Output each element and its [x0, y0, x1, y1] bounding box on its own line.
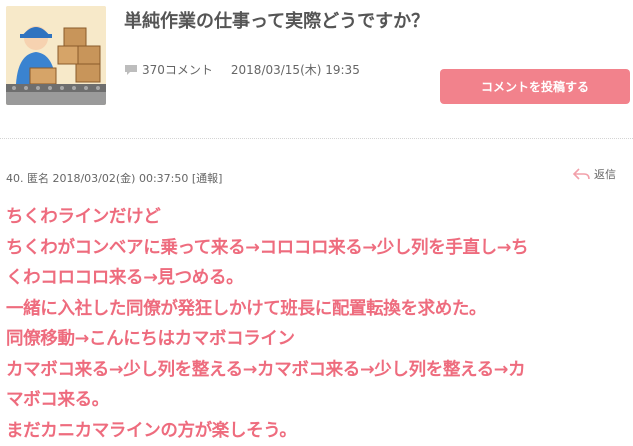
factory-worker-icon [6, 6, 106, 105]
reply-label: 返信 [594, 166, 616, 182]
comment-line: ちくわラインだけど [6, 202, 631, 233]
thread-title[interactable]: 単純作業の仕事って実際どうですか？ [124, 7, 624, 33]
comment-line: 同僚移動→こんにちはカマボコライン [6, 324, 631, 355]
thread-thumbnail [6, 6, 106, 105]
comment-line: まだカニカマラインの方が楽しそう。 [6, 416, 631, 446]
comment-body: ちくわラインだけど ちくわがコンベアに乗って来る→コロコロ来る→少し列を手直し→… [6, 202, 631, 446]
reply-arrow-icon [572, 168, 590, 180]
reply-button[interactable]: 返信 [572, 166, 616, 182]
comment-header: 40. 匿名 2018/03/02(金) 00:37:50 [通報] [6, 170, 222, 186]
thread-meta: 370コメント 2018/03/15(木) 19:35 [124, 61, 360, 78]
speech-bubble-icon [124, 64, 138, 76]
comment-line: カマボコ来る→少し列を整える→カマボコ来る→少し列を整える→カ [6, 355, 631, 386]
comment-line: ちくわがコンベアに乗って来る→コロコロ来る→少し列を手直し→ち [6, 233, 631, 264]
post-comment-button[interactable]: コメントを投稿する [440, 69, 630, 104]
comment-line: 一緒に入社した同僚が発狂しかけて班長に配置転換を求めた。 [6, 294, 631, 325]
comment-count[interactable]: 370コメント [142, 61, 213, 78]
divider [0, 138, 633, 139]
comment-line: マボコ来る。 [6, 385, 631, 416]
comment-line: くわコロコロ来る→見つめる。 [6, 263, 631, 294]
thread-date: 2018/03/15(木) 19:35 [231, 61, 360, 78]
